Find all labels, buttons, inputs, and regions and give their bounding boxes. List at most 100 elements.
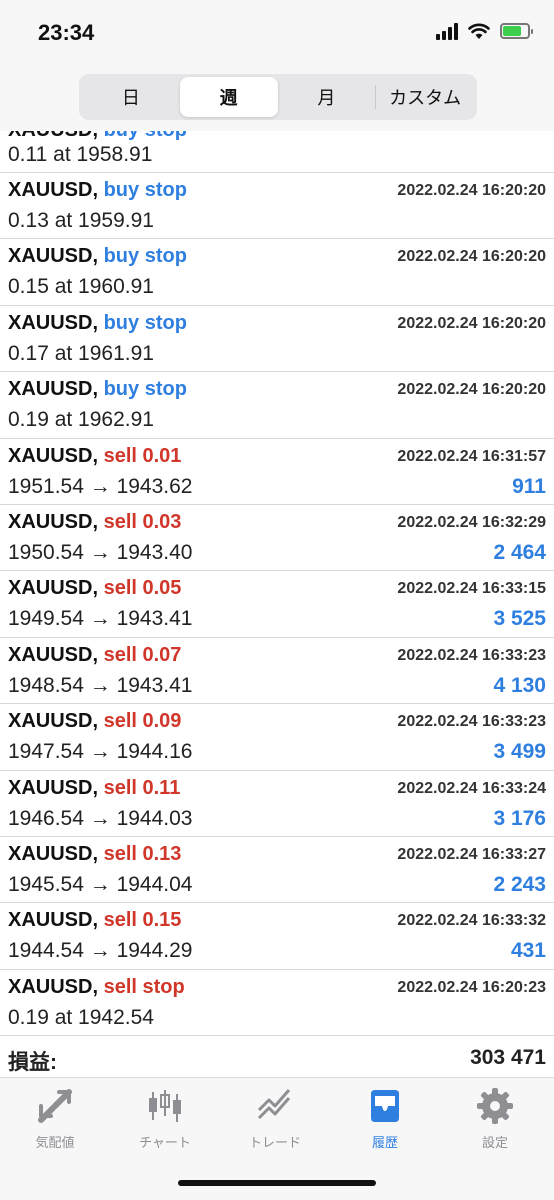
row-symbol: XAUUSD, [8,776,99,799]
history-row[interactable]: XAUUSD, sell 0.07 2022.02.24 16:33:23 1948… [0,638,554,705]
row-title: XAUUSD, buy stop [8,245,187,268]
home-indicator [178,1180,376,1186]
row-title: XAUUSD, sell 0.09 [8,710,181,733]
quotes-icon [38,1089,72,1123]
row-time: 2022.02.24 16:32:29 [397,513,546,531]
row-action: buy stop [103,245,187,268]
row-time: 2022.02.24 16:33:23 [397,713,546,731]
row-profit: 2 464 [493,540,546,564]
row-action: sell 0.15 [103,909,182,932]
row-action: sell 0.01 [103,444,182,467]
history-row[interactable]: XAUUSD, sell stop 2022.02.24 16:20:23 0.19… [0,970,554,1037]
history-icon [371,1090,399,1122]
tab-settings[interactable]: 設定 [440,1086,550,1156]
battery-icon [500,23,533,39]
history-row[interactable]: XAUUSD, buy stop 2022.02.24 16:20:20 0.19 … [0,372,554,439]
history-row-partial[interactable]: XAUUSD, buy stop 0.11 at 1958.91 [0,131,554,173]
trade-icon [257,1089,291,1120]
tab-trade[interactable]: トレード [220,1086,330,1156]
row-action: buy stop [103,378,187,401]
row-symbol: XAUUSD, [8,710,99,733]
period-tab-week[interactable]: 週 [179,77,278,117]
row-action: sell 0.09 [103,710,182,733]
row-symbol: XAUUSD, [8,975,99,998]
row-symbol: XAUUSD, [8,245,99,268]
row-title: XAUUSD, sell 0.05 [8,577,181,600]
row-detail: 1945.54 → 1944.04 [8,872,193,896]
period-segmented-control: 日 週 月 カスタム [79,74,477,120]
row-time: 2022.02.24 16:20:20 [397,314,546,332]
tab-label: 気配値 [35,1135,75,1150]
row-title: XAUUSD, sell 0.15 [8,909,181,932]
row-action: sell 0.07 [103,643,182,666]
row-detail: 0.13 at 1959.91 [8,209,154,232]
history-row[interactable]: XAUUSD, sell 0.15 2022.02.24 16:33:32 1944… [0,903,554,970]
row-action: sell 0.13 [103,842,182,865]
row-time: 2022.02.24 16:33:32 [397,912,546,930]
row-action: buy stop [104,131,187,141]
row-detail: 0.17 at 1961.91 [8,341,154,365]
history-row[interactable]: XAUUSD, sell 0.03 2022.02.24 16:32:29 1950… [0,505,554,572]
row-action: sell 0.11 [103,776,181,799]
history-row[interactable]: XAUUSD, buy stop 2022.02.24 16:20:20 0.17 … [0,306,554,373]
row-symbol: XAUUSD, [8,842,99,865]
row-title: XAUUSD, buy stop [8,179,187,202]
row-title: XAUUSD, sell 0.11 [8,777,180,800]
row-time: 2022.02.24 16:33:27 [397,845,546,863]
history-row[interactable]: XAUUSD, sell 0.05 2022.02.24 16:33:15 1949… [0,571,554,638]
row-time: 2022.02.24 16:33:23 [397,646,546,664]
period-tab-custom[interactable]: カスタム [376,77,474,117]
history-row[interactable]: XAUUSD, sell 0.09 2022.02.24 16:33:23 1947… [0,704,554,771]
row-title: XAUUSD, sell stop [8,976,185,999]
row-detail: 1949.54 → 1943.41 [8,607,193,631]
tab-quotes[interactable]: 気配値 [0,1086,110,1156]
period-tab-month[interactable]: 月 [278,77,376,117]
period-tab-day[interactable]: 日 [82,77,180,117]
row-symbol: XAUUSD, [8,179,99,201]
row-symbol: XAUUSD, [8,311,99,334]
row-time: 2022.02.24 16:31:57 [397,447,546,465]
row-symbol: XAUUSD, [8,444,99,467]
row-time: 2022.02.24 16:33:24 [397,779,546,797]
chart-icon [149,1090,181,1122]
cellular-signal-icon [436,22,458,40]
tab-chart[interactable]: チャート [110,1086,220,1156]
total-profit-label: 損益: [8,1051,57,1074]
row-title: XAUUSD, sell 0.13 [8,843,181,866]
row-profit: 911 [512,474,546,498]
status-time: 23:34 [38,20,95,45]
row-detail: 1951.54 → 1943.62 [8,474,193,498]
row-profit: 3 176 [493,806,546,830]
row-title: XAUUSD, buy stop [8,312,187,335]
tab-history[interactable]: 履歴 [330,1086,440,1156]
row-symbol: XAUUSD, [8,131,98,141]
history-row[interactable]: XAUUSD, sell 0.13 2022.02.24 16:33:27 1945… [0,837,554,904]
row-action: sell 0.03 [103,510,182,533]
history-row[interactable]: XAUUSD, buy stop 2022.02.24 16:20:20 0.15 … [0,239,554,306]
row-symbol: XAUUSD, [8,643,99,666]
settings-icon [477,1088,513,1124]
row-time: 2022.02.24 16:20:20 [397,182,546,199]
row-action: sell 0.05 [103,577,182,600]
row-symbol: XAUUSD, [8,909,99,932]
row-time: 2022.02.24 16:33:15 [397,580,546,598]
row-detail: 0.19 at 1962.91 [8,408,154,432]
row-action: buy stop [103,179,187,201]
row-profit: 2 243 [493,872,546,896]
tab-label: 履歴 [371,1135,398,1150]
row-title: XAUUSD, sell 0.01 [8,445,181,468]
status-icons [436,22,533,40]
history-row[interactable]: XAUUSD, sell 0.11 2022.02.24 16:33:24 1946… [0,771,554,837]
row-detail: 1946.54 → 1944.03 [8,806,193,830]
row-detail: 1948.54 → 1943.41 [8,673,193,697]
row-symbol: XAUUSD, [8,378,99,401]
history-list[interactable]: XAUUSD, buy stop 0.11 at 1958.91 XAUUSD,… [0,131,554,1076]
history-row[interactable]: XAUUSD, sell 0.01 2022.02.24 16:31:57 1951… [0,439,554,505]
row-time: 2022.02.24 16:20:20 [397,381,546,399]
history-row[interactable]: XAUUSD, buy stop 2022.02.24 16:20:20 0.13 … [0,173,554,240]
row-profit: 431 [510,939,546,963]
tab-label: トレード [248,1135,301,1150]
total-profit-row: 損益: 303 471 [0,1037,554,1077]
row-time: 2022.02.24 16:20:20 [397,248,546,266]
status-bar: 23:34 [0,0,554,66]
